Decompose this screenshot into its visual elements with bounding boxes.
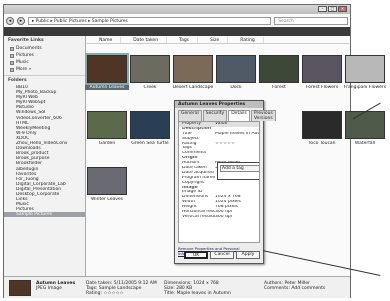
- column-header[interactable]: Rating: [232, 37, 264, 43]
- favorite-link[interactable]: More »: [4, 66, 85, 73]
- thumbnail-item[interactable]: Garden: [85, 111, 129, 146]
- dimensions-value: 1024 x 768: [193, 281, 219, 286]
- thumbnail-item[interactable]: Forest: [257, 55, 301, 90]
- image-thumbnail: [216, 55, 256, 83]
- column-headers: Name Date taken Tags Size Rating: [87, 37, 349, 44]
- favorite-link[interactable]: Music: [4, 59, 85, 66]
- command-toolbar: [4, 27, 350, 36]
- tag-value-field[interactable]: Add a tag: [220, 165, 259, 172]
- column-header[interactable]: Tags: [171, 37, 199, 43]
- ok-button[interactable]: OK: [184, 251, 208, 259]
- image-thumbnail: [87, 111, 127, 139]
- thumbnail-label: Dock: [230, 85, 242, 90]
- thumbnail-item[interactable]: Frangipani Flowers: [343, 55, 387, 90]
- details-thumbnail: [9, 280, 31, 296]
- property-value: ☆☆☆☆☆: [215, 141, 236, 146]
- apply-button[interactable]: Apply: [236, 251, 260, 259]
- thumbnail-label: Waterfall: [354, 141, 376, 146]
- folder-icon: [10, 46, 14, 51]
- folder-icon: [10, 53, 14, 58]
- thumbnail-item[interactable]: Autumn Leaves: [85, 53, 129, 90]
- property-key: Vertical resolution: [182, 214, 215, 219]
- cancel-button[interactable]: Cancel: [210, 251, 234, 259]
- explorer-window: – □ ✕ ◂ ▸ ▸ Public ▸ Public Pictures ▸ S…: [3, 4, 386, 298]
- thumbnail-item[interactable]: Desert Landscape: [171, 55, 215, 90]
- rating-label: Rating:: [86, 291, 103, 296]
- thumbnail-label: Creek: [143, 85, 157, 90]
- rating-stars[interactable]: ☆☆☆☆☆: [103, 291, 123, 296]
- title-value[interactable]: Maple leaves in Autumn: [177, 291, 231, 296]
- property-row[interactable]: Vertical resolution300 dpi: [179, 215, 259, 220]
- address-bar: ◂ ▸ ▸ Public ▸ Public Pictures ▸ Sample …: [6, 15, 348, 26]
- thumbnail-label: Forest: [272, 85, 286, 90]
- folders-title[interactable]: Folders: [4, 75, 85, 85]
- favorites-title: Favorite Links: [8, 38, 44, 43]
- details-type: JPEG Image: [36, 286, 62, 291]
- image-thumbnail: [173, 55, 213, 83]
- thumbnail-label: Autumn Leaves: [85, 85, 129, 90]
- folder-icon: [10, 60, 14, 65]
- comments-value[interactable]: Add comments: [291, 286, 325, 291]
- properties-dialog: Autumn Leaves Properties General Security…: [174, 100, 276, 264]
- thumbnail-item[interactable]: Winter Leaves: [85, 167, 129, 202]
- thumbnail-item[interactable]: Dock: [214, 55, 258, 90]
- favorite-link[interactable]: Documents: [4, 45, 85, 52]
- address-path[interactable]: ▸ Public ▸ Public Pictures ▸ Sample Pict…: [27, 16, 272, 25]
- image-thumbnail: [85, 53, 129, 85]
- comments-label: Comments:: [264, 286, 290, 291]
- favorite-link[interactable]: Pictures: [4, 52, 85, 59]
- folder-tree: BB10 My_Photo_Backup MyRTWeb MyRTWebSpt Mstu…: [4, 85, 85, 218]
- image-thumbnail: [87, 167, 127, 195]
- thumbnail-label: Forest Flowers: [305, 85, 339, 90]
- thumbnail-label: Winter Leaves: [91, 197, 123, 202]
- favorite-label: Documents: [16, 46, 42, 51]
- tag-editor[interactable]: Add a tag: [217, 162, 259, 180]
- title-bar: – □ ✕: [4, 5, 350, 14]
- forward-button[interactable]: ▸: [16, 16, 25, 25]
- thumbnail-label: Frangipani Flowers: [343, 85, 387, 90]
- title-label: Title:: [164, 291, 176, 296]
- thumbnail-label: Green Sea Turtle: [131, 141, 169, 146]
- close-button[interactable]: ✕: [338, 6, 347, 12]
- image-thumbnail: [302, 55, 342, 83]
- folder-icon: [10, 67, 14, 72]
- details-pane: Autumn Leaves JPEG Image Date taken: 5/1…: [4, 276, 350, 298]
- favorite-label: More »: [16, 67, 32, 72]
- tab-general[interactable]: General: [178, 110, 202, 121]
- thumbnail-item[interactable]: Toco Toucan: [300, 111, 344, 146]
- dialog-title: Autumn Leaves Properties: [175, 101, 263, 108]
- tab-details[interactable]: Details: [228, 110, 250, 121]
- property-value: 300 dpi: [215, 214, 232, 219]
- image-thumbnail: [345, 55, 385, 83]
- image-thumbnail: [302, 111, 342, 139]
- back-button[interactable]: ◂: [6, 16, 14, 25]
- image-thumbnail: [259, 55, 299, 83]
- favorite-label: Pictures: [16, 53, 34, 58]
- thumbnail-label: Toco Toucan: [308, 141, 336, 146]
- thumbnail-item[interactable]: Green Sea Turtle: [128, 111, 172, 146]
- folder-tree-item[interactable]: Sample Pictures: [4, 212, 85, 218]
- column-header[interactable]: Date taken: [125, 37, 168, 43]
- column-header[interactable]: Size: [202, 37, 229, 43]
- minimize-button[interactable]: –: [318, 6, 327, 12]
- thumbnail-label: Garden: [98, 141, 116, 146]
- tab-previous-versions[interactable]: Previous Versions: [250, 110, 276, 121]
- property-list: Property Value Description Title Maple leav…: [178, 121, 260, 243]
- navigation-pane: Favorite Links Documents Pictures Music Mor…: [4, 36, 86, 276]
- thumbnail-item[interactable]: Creek: [128, 55, 172, 90]
- image-thumbnail: [130, 111, 170, 139]
- thumbnail-item[interactable]: Forest Flowers: [300, 55, 344, 90]
- tab-security[interactable]: Security: [202, 110, 228, 121]
- column-header[interactable]: Name: [91, 37, 122, 43]
- image-thumbnail: [130, 55, 170, 83]
- maximize-button[interactable]: □: [328, 6, 337, 12]
- search-input[interactable]: Search: [274, 16, 348, 25]
- favorite-label: Music: [16, 60, 29, 65]
- thumbnail-label: Desert Landscape: [172, 85, 214, 90]
